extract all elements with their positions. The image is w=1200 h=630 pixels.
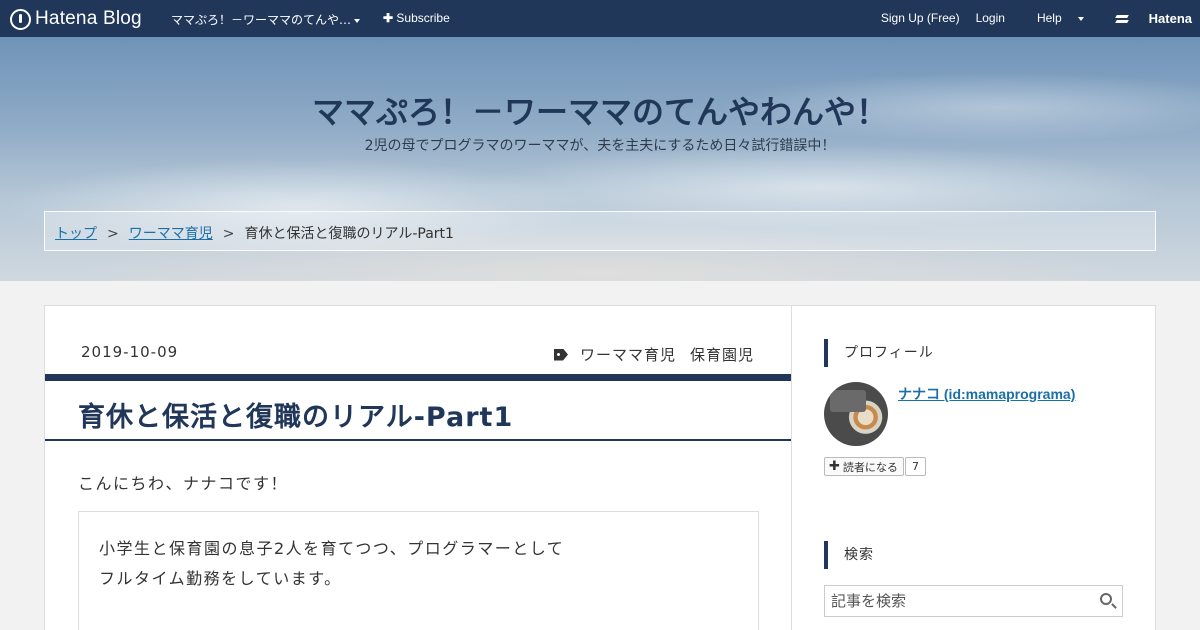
subscribe-link[interactable]: ✚ Subscribe	[383, 11, 450, 25]
hatena-brand-link[interactable]: Hatena	[1100, 11, 1192, 26]
header-right-menu: Sign Up (Free) Login Help Hatena	[865, 11, 1192, 26]
profile-heading: プロフィール	[824, 339, 1124, 367]
blog-menu[interactable]: ママぷろ！－ワーママのてんや…	[171, 11, 361, 28]
subscribe-reader-button[interactable]: ✚ 読者になる	[824, 457, 904, 476]
breadcrumb-current: 育休と保活と復職のリアル-Part1	[244, 226, 454, 242]
hatena-blog-logo-icon	[10, 8, 31, 30]
plus-icon: ✚	[829, 459, 840, 474]
hatena-brand-label: Hatena	[1148, 11, 1192, 26]
search-box	[824, 585, 1123, 617]
intro-line: 小学生と保育園の息子2人を育てつつ、プログラマーとして	[99, 539, 565, 558]
login-link[interactable]: Login	[976, 11, 1005, 26]
breadcrumb-separator: >	[222, 226, 235, 242]
global-header: Hatena Blog ママぷろ！－ワーママのてんや… ✚ Subscribe …	[0, 0, 1200, 37]
entry-article: 2019-10-09 ワーママ育児 保育園児 育休と保活と復職のリアル-Part…	[45, 306, 792, 630]
entry-title-bar: 育休と保活と復職のリアル-Part1	[45, 374, 791, 441]
logo-text: Hatena Blog	[35, 8, 142, 29]
breadcrumb-separator: >	[107, 226, 119, 242]
category-link[interactable]: ワーママ育児	[580, 344, 676, 365]
sidebar: プロフィール ナナコ (id:mamaprograma) ✚ 読者になる 7 検索	[824, 306, 1124, 630]
blog-header: ママぷろ！－ワーママのてんやわんや！ 2児の母でプログラマのワーママが、夫を主夫…	[0, 37, 1200, 281]
intro-line: フルタイム勤務をしています。	[99, 569, 342, 588]
blog-description: 2児の母でプログラマのワーママが、夫を主夫にするため日々試行錯誤中！	[364, 138, 836, 154]
hatena-blog-logo[interactable]: Hatena Blog	[10, 8, 142, 30]
caret-down-icon	[1077, 16, 1084, 21]
profile-name-link[interactable]: ナナコ (id:mamaprograma)	[898, 384, 1075, 404]
entry-date[interactable]: 2019-10-09	[81, 343, 178, 361]
entry-title[interactable]: 育休と保活と復職のリアル-Part1	[78, 395, 513, 434]
help-menu[interactable]: Help	[1021, 11, 1084, 26]
sign-up-link[interactable]: Sign Up (Free)	[881, 11, 960, 26]
blog-menu-label: ママぷろ！－ワーママのてんや…	[171, 13, 352, 27]
category-link[interactable]: 保育園児	[690, 344, 754, 365]
breadcrumb-top-link[interactable]: トップ	[55, 226, 97, 242]
avatar[interactable]	[824, 382, 888, 446]
subscribe-label: Subscribe	[396, 11, 450, 25]
reader-count-badge: 7	[905, 457, 926, 476]
tag-icon	[553, 348, 568, 361]
help-label: Help	[1036, 11, 1062, 25]
subscribe-reader-label: 読者になる	[842, 460, 898, 474]
search-input[interactable]	[825, 586, 1085, 616]
search-icon[interactable]	[1100, 593, 1112, 605]
content-area: 2019-10-09 ワーママ育児 保育園児 育休と保活と復職のリアル-Part…	[44, 305, 1156, 630]
entry-categories: ワーママ育児 保育園児	[553, 344, 754, 365]
intro-box: 小学生と保育園の息子2人を育てつつ、プログラマーとして フルタイム勤務をしていま…	[78, 511, 759, 630]
hatena-logo-icon	[1116, 14, 1130, 24]
search-heading: 検索	[824, 541, 1124, 569]
caret-down-icon	[354, 18, 361, 23]
breadcrumb-category-link[interactable]: ワーママ育児	[129, 226, 213, 242]
blog-title[interactable]: ママぷろ！－ワーママのてんやわんや！	[0, 87, 1200, 133]
entry-greeting: こんにちわ、ナナコです！	[78, 474, 289, 493]
breadcrumb: トップ > ワーママ育児 > 育休と保活と復職のリアル-Part1	[44, 211, 1156, 251]
plus-icon: ✚	[383, 11, 394, 25]
